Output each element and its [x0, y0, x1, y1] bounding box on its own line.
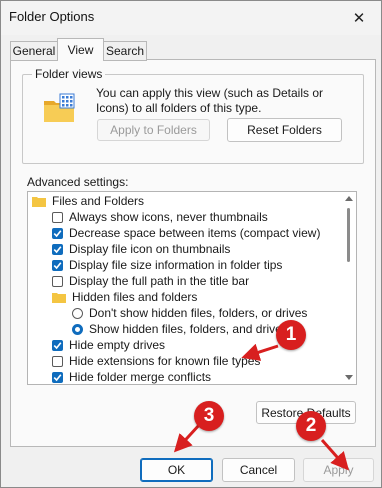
- option-label: Show hidden files, folders, and drives: [89, 322, 288, 336]
- option-display-full-path[interactable]: Display the full path in the title bar: [52, 273, 249, 289]
- option-decrease-space[interactable]: Decrease space between items (compact vi…: [52, 225, 320, 241]
- checkbox-checked[interactable]: [52, 259, 63, 271]
- folder-icon: [52, 292, 66, 303]
- radio-selected[interactable]: [72, 323, 83, 335]
- ok-button[interactable]: OK: [140, 458, 213, 482]
- folder-view-icon: [44, 93, 75, 122]
- apply-button[interactable]: Apply: [303, 458, 374, 482]
- option-hide-empty-drives[interactable]: Hide empty drives: [52, 337, 165, 353]
- folder-views-label: Folder views: [32, 67, 106, 81]
- close-icon[interactable]: ✕: [345, 5, 373, 31]
- option-dont-show-hidden[interactable]: Don't show hidden files, folders, or dri…: [72, 305, 307, 321]
- folder-options-dialog: Folder Options ✕ General View Search Fol…: [0, 0, 382, 488]
- option-label: Hide extensions for known file types: [69, 354, 261, 368]
- scroll-up-icon[interactable]: [345, 196, 353, 201]
- tab-view[interactable]: View: [57, 38, 104, 61]
- tree-item-label: Files and Folders: [52, 194, 145, 208]
- tree-item-label: Hidden files and folders: [72, 290, 198, 304]
- option-label: Display file size information in folder …: [69, 258, 283, 272]
- callout-2: 2: [296, 411, 326, 441]
- callout-1: 1: [276, 320, 306, 350]
- advanced-settings-label: Advanced settings:: [27, 175, 129, 189]
- title-bar: Folder Options ✕: [1, 1, 381, 35]
- radio-unselected[interactable]: [72, 307, 83, 319]
- tree-folder-hidden-files: Hidden files and folders: [52, 289, 197, 305]
- vertical-scrollbar[interactable]: [342, 192, 356, 384]
- option-label: Hide empty drives: [69, 338, 166, 352]
- window-title: Folder Options: [9, 9, 95, 24]
- checkbox-checked[interactable]: [52, 227, 63, 239]
- folder-icon: [32, 196, 46, 207]
- option-label: Decrease space between items (compact vi…: [69, 226, 321, 240]
- option-hide-merge-conflicts[interactable]: Hide folder merge conflicts: [52, 369, 212, 384]
- checkbox-unchecked[interactable]: [52, 211, 63, 223]
- tree-folder-files-and-folders: Files and Folders: [32, 193, 144, 209]
- checkbox-checked[interactable]: [52, 371, 63, 383]
- option-label: Display file icon on thumbnails: [69, 242, 231, 256]
- checkbox-checked[interactable]: [52, 243, 63, 255]
- scroll-down-icon[interactable]: [345, 375, 353, 380]
- callout-3: 3: [194, 401, 224, 431]
- tab-search[interactable]: Search: [103, 41, 147, 61]
- advanced-settings-list[interactable]: Files and Folders Always show icons, nev…: [27, 191, 357, 385]
- checkbox-unchecked[interactable]: [52, 355, 63, 367]
- check-icon: [53, 245, 62, 253]
- option-hide-extensions[interactable]: Hide extensions for known file types: [52, 353, 260, 369]
- option-label: Hide folder merge conflicts: [69, 370, 212, 384]
- check-icon: [53, 373, 62, 381]
- option-show-hidden[interactable]: Show hidden files, folders, and drives: [72, 321, 288, 337]
- option-label: Don't show hidden files, folders, or dri…: [89, 306, 308, 320]
- apply-to-folders-button[interactable]: Apply to Folders: [97, 119, 210, 141]
- option-always-show-icons[interactable]: Always show icons, never thumbnails: [52, 209, 268, 225]
- scrollbar-thumb[interactable]: [347, 208, 350, 262]
- cancel-button[interactable]: Cancel: [222, 458, 295, 482]
- folder-views-description: You can apply this view (such as Details…: [96, 86, 324, 115]
- checkbox-checked[interactable]: [52, 339, 63, 351]
- option-label: Always show icons, never thumbnails: [69, 210, 268, 224]
- reset-folders-button[interactable]: Reset Folders: [227, 118, 342, 142]
- check-icon: [53, 261, 62, 269]
- check-icon: [53, 229, 62, 237]
- option-display-file-icon[interactable]: Display file icon on thumbnails: [52, 241, 230, 257]
- option-display-file-size[interactable]: Display file size information in folder …: [52, 257, 282, 273]
- tab-general[interactable]: General: [10, 41, 58, 61]
- checkbox-unchecked[interactable]: [52, 275, 63, 287]
- check-icon: [53, 341, 62, 349]
- option-label: Display the full path in the title bar: [69, 274, 250, 288]
